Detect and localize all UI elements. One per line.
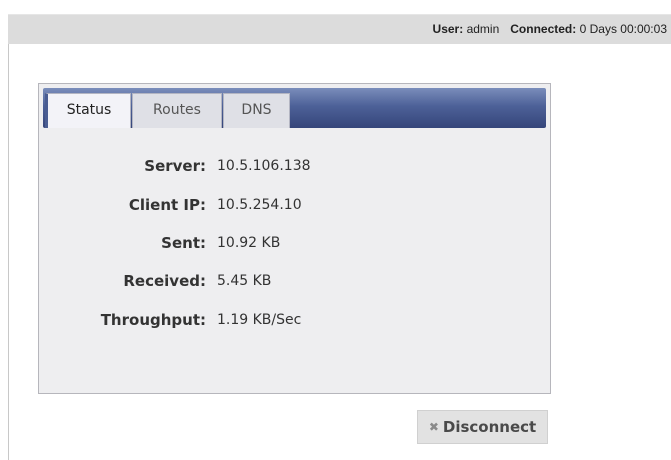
throughput-label: Throughput: — [100, 311, 206, 329]
client-ip-label: Client IP: — [128, 196, 206, 214]
throughput-value: 1.19 KB/Sec — [217, 312, 302, 328]
server-label: Server: — [144, 157, 206, 175]
disconnect-label: Disconnect — [442, 418, 537, 436]
received-value: 5.45 KB — [217, 273, 272, 289]
sent-value: 10.92 KB — [217, 235, 281, 251]
vpn-status-page: User: admin Connected: 0 Days 00:00:03 St… — [0, 0, 671, 460]
user-value: admin — [466, 22, 500, 36]
connected-label: Connected: — [510, 22, 577, 36]
status-panel: Status Routes DNS Server: 10.5.106.138 C… — [38, 83, 551, 394]
disconnect-button[interactable]: ✖ Disconnect — [417, 410, 548, 444]
session-info: User: admin Connected: 0 Days 00:00:03 — [433, 15, 667, 44]
top-info-bar: User: admin Connected: 0 Days 00:00:03 — [8, 14, 671, 44]
sent-label: Sent: — [161, 234, 206, 252]
tab-dns[interactable]: DNS — [223, 93, 290, 128]
tab-bar: Status Routes DNS — [43, 88, 546, 128]
server-value: 10.5.106.138 — [217, 158, 311, 174]
connected-value: 0 Days 00:00:03 — [579, 22, 667, 36]
received-label: Received: — [123, 272, 206, 290]
client-ip-value: 10.5.254.10 — [217, 197, 302, 213]
user-label: User: — [432, 22, 464, 36]
tab-routes[interactable]: Routes — [132, 93, 222, 128]
left-edge-divider — [8, 43, 9, 460]
tab-status[interactable]: Status — [45, 93, 131, 128]
close-icon: ✖ — [428, 420, 439, 434]
